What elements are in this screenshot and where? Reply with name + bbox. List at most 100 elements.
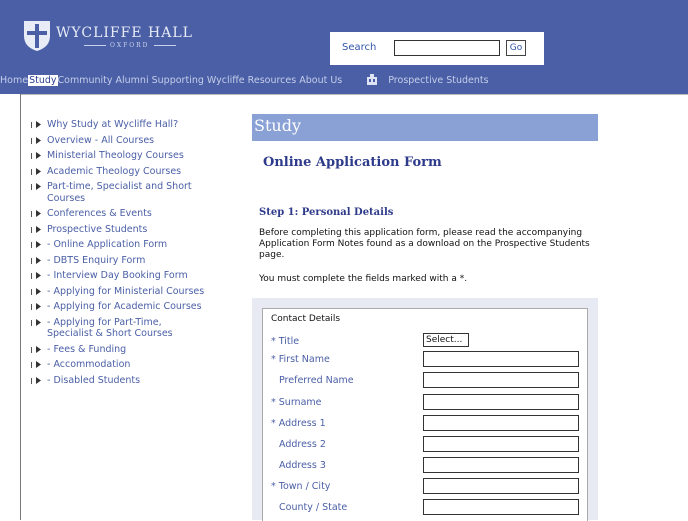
- section-header-bar: Study: [252, 114, 598, 141]
- sidebar-item-interview-day[interactable]: - Interview Day Booking Form: [31, 270, 206, 282]
- arrow-bullet-icon: [31, 167, 41, 175]
- sidebar-nav: Why Study at Wycliffe Hall? Overview - A…: [31, 119, 206, 390]
- form-row-preferred-name: Preferred Name: [271, 372, 583, 388]
- form-row-address-1: * Address 1: [271, 415, 583, 431]
- arrow-bullet-icon: [31, 183, 41, 190]
- sidebar-item-applying-academic[interactable]: - Applying for Academic Courses: [31, 301, 206, 313]
- sidebar-item-overview[interactable]: Overview - All Courses: [31, 135, 206, 147]
- sidebar-item-online-application[interactable]: - Online Application Form: [31, 239, 206, 251]
- sidebar-item-label: Conferences & Events: [47, 208, 152, 219]
- arrow-bullet-icon: [31, 121, 41, 128]
- field-label: * First Name: [271, 354, 330, 365]
- form-row-town-city: * Town / City: [271, 478, 583, 494]
- sidebar-item-applying-part-time[interactable]: - Applying for Part-Time, Specialist & S…: [31, 317, 206, 340]
- sidebar-item-label: - DBTS Enquiry Form: [47, 254, 146, 266]
- arrow-bullet-icon: [31, 318, 41, 326]
- sidebar-item-why-study[interactable]: Why Study at Wycliffe Hall?: [31, 119, 206, 131]
- arrow-bullet-icon: [31, 152, 41, 159]
- arrow-bullet-icon: [31, 345, 41, 353]
- arrow-bullet-icon: [31, 287, 41, 295]
- nav-about-us[interactable]: About Us: [299, 75, 342, 86]
- nav-supporting-wycliffe[interactable]: Supporting Wycliffe: [152, 75, 245, 86]
- sidebar-item-label: - Accommodation: [47, 359, 131, 370]
- content-frame-left: [20, 94, 21, 520]
- content-frame-top: [20, 94, 688, 95]
- sidebar-item-label: - Applying for Academic Courses: [47, 301, 202, 312]
- nav-resources[interactable]: Resources: [248, 75, 297, 86]
- site-logo[interactable]: WYCLIFFE HALL OXFORD: [22, 18, 218, 52]
- town-city-field[interactable]: [423, 478, 579, 494]
- sidebar-item-label: - Interview Day Booking Form: [47, 270, 188, 281]
- preferred-name-field[interactable]: [423, 372, 579, 388]
- sidebar-item-label: Overview - All Courses: [47, 134, 155, 146]
- sidebar-item-label: - Online Application Form: [47, 239, 168, 250]
- search-input[interactable]: [394, 40, 500, 56]
- address-2-field[interactable]: [423, 436, 579, 452]
- search-label: Search: [342, 42, 377, 53]
- arrow-bullet-icon: [31, 225, 41, 233]
- sidebar-item-part-time[interactable]: Part-time, Specialist and Short Courses: [31, 181, 206, 204]
- fieldset-legend: Contact Details: [271, 314, 341, 324]
- field-label: County / State: [279, 502, 348, 513]
- title-select[interactable]: Select...: [423, 333, 469, 347]
- sidebar-item-label: Prospective Students: [47, 223, 148, 235]
- page-title: Online Application Form: [263, 155, 442, 170]
- arrow-bullet-icon: [31, 136, 41, 144]
- sidebar-item-accommodation[interactable]: - Accommodation: [31, 359, 206, 371]
- sidebar-item-applying-ministerial[interactable]: - Applying for Ministerial Courses: [31, 286, 206, 298]
- sidebar-item-label: Ministerial Theology Courses: [47, 150, 184, 161]
- arrow-bullet-icon: [31, 303, 41, 310]
- sidebar-item-prospective-students[interactable]: Prospective Students: [31, 224, 206, 236]
- main-nav: HomeStudyCommunity Alumni Supporting Wyc…: [0, 73, 489, 87]
- sidebar-item-dbts-enquiry[interactable]: - DBTS Enquiry Form: [31, 255, 206, 267]
- sidebar-item-label: - Applying for Ministerial Courses: [47, 285, 205, 297]
- address-3-field[interactable]: [423, 457, 579, 473]
- search-go-button[interactable]: Go: [506, 40, 526, 56]
- arrow-bullet-icon: [31, 210, 41, 217]
- sidebar-item-fees-funding[interactable]: - Fees & Funding: [31, 344, 206, 356]
- form-row-county-state: County / State: [271, 499, 583, 515]
- application-form-panel: Contact Details * Title Select... * Firs…: [252, 298, 598, 521]
- sidebar-item-label: - Disabled Students: [47, 374, 141, 386]
- arrow-bullet-icon: [31, 376, 41, 384]
- sidebar-item-label: Why Study at Wycliffe Hall?: [47, 119, 179, 130]
- arrow-bullet-icon: [31, 256, 41, 264]
- arrow-bullet-icon: [31, 272, 41, 279]
- intro-text: Before completing this application form,…: [259, 228, 590, 260]
- arrow-bullet-icon: [31, 241, 41, 248]
- form-row-address-3: Address 3: [271, 457, 583, 473]
- shield-cross-icon: [24, 21, 50, 51]
- first-name-field[interactable]: [423, 351, 579, 367]
- county-state-field[interactable]: [423, 499, 579, 515]
- logo-subtitle: OXFORD: [80, 42, 180, 49]
- surname-field[interactable]: [423, 394, 579, 410]
- field-label: * Address 1: [271, 418, 326, 429]
- sidebar-item-conferences[interactable]: Conferences & Events: [31, 208, 206, 220]
- sidebar-item-disabled-students[interactable]: - Disabled Students: [31, 375, 206, 387]
- form-row-address-2: Address 2: [271, 436, 583, 452]
- field-label: Address 2: [279, 439, 326, 450]
- nav-prospective-students[interactable]: Prospective Students: [388, 75, 488, 86]
- nav-community[interactable]: Community: [58, 75, 113, 86]
- sidebar-item-academic-theology[interactable]: Academic Theology Courses: [31, 166, 206, 178]
- field-label: * Town / City: [271, 481, 331, 492]
- address-1-field[interactable]: [423, 415, 579, 431]
- nav-alumni[interactable]: Alumni: [116, 75, 149, 86]
- sidebar-item-label: Part-time, Specialist and Short Courses: [47, 181, 192, 204]
- sidebar-item-label: - Applying for Part-Time, Specialist & S…: [47, 316, 173, 340]
- logo-name: WYCLIFFE HALL: [56, 25, 193, 41]
- site-header: WYCLIFFE HALL OXFORD Search Go HomeStudy…: [0, 0, 688, 94]
- section-title: Study: [254, 116, 301, 135]
- nav-study[interactable]: Study: [28, 75, 58, 86]
- sidebar-item-label: Academic Theology Courses: [47, 165, 182, 177]
- field-label: * Title: [271, 336, 300, 347]
- arrow-bullet-icon: [31, 361, 41, 368]
- field-label: Preferred Name: [279, 375, 354, 386]
- contact-details-fieldset: Contact Details * Title Select... * Firs…: [262, 308, 588, 521]
- nav-home[interactable]: Home: [0, 75, 28, 86]
- form-row-title: * Title Select...: [271, 333, 583, 349]
- form-row-surname: * Surname: [271, 394, 583, 410]
- search-box: Search Go: [330, 32, 544, 65]
- sidebar-item-ministerial-theology[interactable]: Ministerial Theology Courses: [31, 150, 206, 162]
- field-label: Address 3: [279, 460, 326, 471]
